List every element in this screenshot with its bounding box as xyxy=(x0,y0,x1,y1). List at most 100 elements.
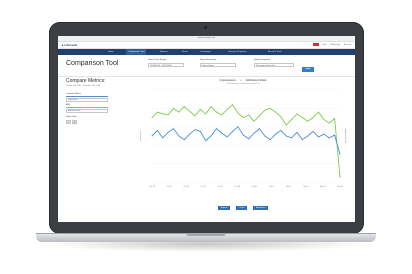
data-point xyxy=(221,114,223,116)
data-point xyxy=(194,129,196,131)
metric1-select[interactable]: Impressions xyxy=(66,98,108,102)
data-point xyxy=(301,117,303,119)
legend-series-2[interactable]: Attributed Visits xyxy=(246,78,267,82)
page-title: Comparison Tool xyxy=(66,60,119,67)
data-point xyxy=(280,116,282,118)
compare-metrics-title: Compare Metrics: xyxy=(66,78,106,84)
data-point xyxy=(156,129,158,131)
data-point xyxy=(194,115,196,117)
brand-badge-icon xyxy=(313,42,320,46)
browser-title: demo.example.com xyxy=(197,37,216,39)
data-point xyxy=(172,128,174,130)
nav-item-home[interactable]: Home xyxy=(106,49,116,55)
x-tick-label: Oct 22 xyxy=(201,185,206,188)
x-tick-label: Oct 19 xyxy=(184,185,189,188)
programs-select[interactable]: 6 Programs Selected xyxy=(254,63,294,67)
main-nav: Home Comparison Tool Reports Email Campa… xyxy=(58,49,355,55)
data-point xyxy=(178,135,180,137)
data-point xyxy=(269,139,271,141)
x-tick-label: Oct 28 xyxy=(235,185,240,188)
chart-subtitle: Click and drag in the plot area to zoom … xyxy=(226,83,260,85)
header-link-help[interactable]: Help xyxy=(323,44,327,46)
data-point xyxy=(242,134,244,136)
data-point xyxy=(253,132,255,134)
x-tick-label: Oct 13 xyxy=(149,185,154,188)
data-point xyxy=(285,124,287,126)
data-point xyxy=(210,135,212,137)
data-point xyxy=(269,107,271,109)
compare-metrics-panel: Compare Metrics: October 13th, 2016 - No… xyxy=(66,78,136,208)
nav-item-comparison-tool[interactable]: Comparison Tool xyxy=(126,49,147,55)
data-point xyxy=(275,111,277,113)
data-point xyxy=(205,113,207,115)
data-point xyxy=(215,111,217,113)
data-point xyxy=(242,117,244,119)
data-point xyxy=(312,130,314,132)
data-point xyxy=(162,113,164,115)
data-point xyxy=(328,122,330,124)
date-range-select[interactable]: 10/13/2016 - 11/15/2016 xyxy=(148,63,184,67)
data-point xyxy=(296,131,298,133)
apply-button[interactable]: Apply xyxy=(302,67,314,72)
data-point xyxy=(248,114,250,116)
x-tick-label: Nov 12 xyxy=(320,186,326,188)
data-point xyxy=(291,137,293,139)
header-links: Help Mobile App Account xyxy=(310,42,351,48)
data-point xyxy=(237,126,239,128)
nav-item-reports[interactable]: Reports xyxy=(158,49,170,55)
data-point xyxy=(264,135,266,137)
data-point xyxy=(339,176,341,178)
data-point xyxy=(221,132,223,134)
series-line-2 xyxy=(151,126,341,155)
legend-vs: vs xyxy=(239,79,242,82)
data-point xyxy=(307,120,309,122)
laptop-mockup: demo.example.com ▸ Lifecycle Help Mobile… xyxy=(0,0,412,274)
header-link-mobile[interactable]: Mobile App xyxy=(330,44,340,46)
line-view-icon[interactable]: ☍ xyxy=(66,120,71,124)
data-point xyxy=(275,133,277,135)
data-point xyxy=(178,111,180,113)
app-logo[interactable]: ▸ Lifecycle xyxy=(62,42,77,48)
y-axis-right-label: Attributed Visits xyxy=(344,129,347,143)
x-tick-label: Nov 9 xyxy=(303,186,308,188)
nav-item-email[interactable]: Email xyxy=(180,49,189,55)
data-point xyxy=(189,133,191,135)
app-header: ▸ Lifecycle Help Mobile App Account xyxy=(58,42,355,49)
header-link-account[interactable]: Account xyxy=(344,44,351,46)
section-divider xyxy=(58,76,355,77)
laptop-screen: demo.example.com ▸ Lifecycle Help Mobile… xyxy=(58,36,355,222)
data-point xyxy=(151,135,153,137)
nav-item-campaigns[interactable]: Campaigns xyxy=(198,49,213,55)
data-point xyxy=(312,117,314,119)
series-line-1 xyxy=(151,104,341,178)
tab-breakdown[interactable]: Breakdown xyxy=(252,206,269,210)
tab-charts[interactable]: Charts xyxy=(235,206,248,210)
data-point xyxy=(232,130,234,132)
data-point xyxy=(210,106,212,108)
data-point xyxy=(162,137,164,139)
tab-reports[interactable]: Reports xyxy=(217,206,231,210)
x-tick-label: Nov 3 xyxy=(269,186,274,188)
x-tick-label: Nov 15 xyxy=(337,186,343,188)
data-point xyxy=(318,111,320,113)
data-point xyxy=(226,136,228,138)
table-view-icon[interactable]: ▤ xyxy=(72,120,77,124)
nav-item-account-tools[interactable]: Account Tools xyxy=(266,49,284,55)
data-point xyxy=(339,153,341,155)
data-point xyxy=(226,108,228,110)
data-point xyxy=(323,118,325,120)
data-point xyxy=(248,138,250,140)
data-point xyxy=(151,117,153,119)
date-range-label: Select Date Range xyxy=(148,59,167,61)
x-tick-label: Oct 31 xyxy=(252,185,257,188)
hierarchy-select[interactable]: Select Group xyxy=(200,63,236,67)
data-point xyxy=(296,113,298,115)
legend-series-1[interactable]: Impressions xyxy=(220,78,236,82)
data-point xyxy=(285,135,287,137)
data-point xyxy=(253,120,255,122)
date-note: October 13th, 2016 - November 15th, 2016 xyxy=(66,85,101,87)
nav-item-lifecycle-programs[interactable]: Lifecycle Programs xyxy=(226,49,249,55)
line-chart[interactable]: Impressions Attributed Visits Oct 13 Oct 16… xyxy=(138,86,348,194)
y-axis-left-label: Impressions xyxy=(140,131,142,142)
metric2-select[interactable]: Attributed Visits xyxy=(66,109,108,113)
